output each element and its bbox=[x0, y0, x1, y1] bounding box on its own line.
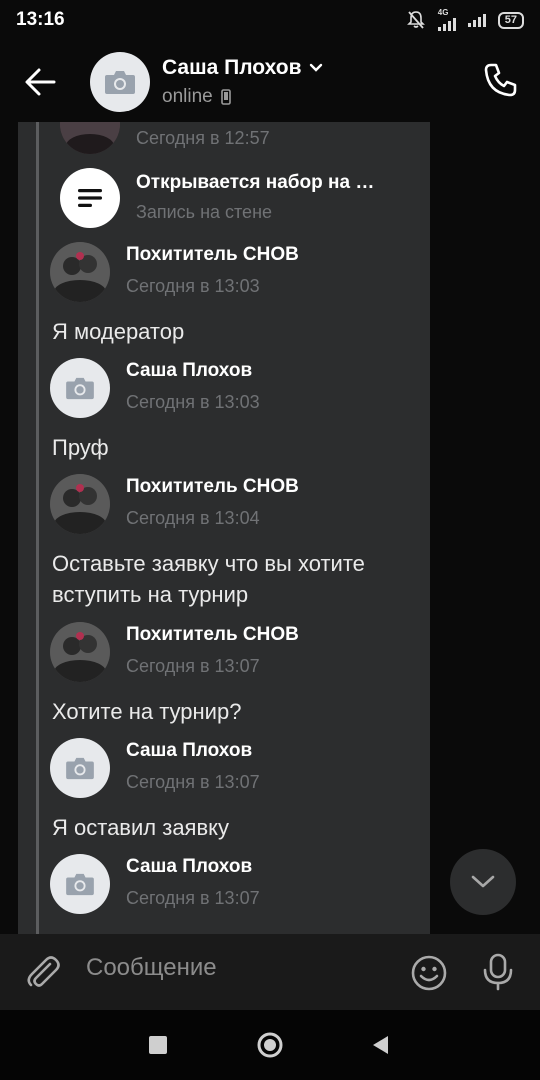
partial-list-item: Сегодня в 12:57 bbox=[60, 122, 420, 154]
status-icons: 4G 57 bbox=[406, 9, 524, 31]
mobile-device-icon bbox=[220, 89, 231, 105]
bell-off-icon bbox=[406, 11, 425, 29]
wall-post-title: Открывается набор на … bbox=[136, 172, 375, 193]
avatar[interactable] bbox=[50, 854, 110, 914]
call-button[interactable] bbox=[480, 60, 522, 102]
scroll-down-button[interactable] bbox=[450, 849, 516, 915]
system-back-button[interactable] bbox=[370, 1034, 390, 1056]
user-photo bbox=[60, 122, 120, 154]
chat-title[interactable]: Саша Плохов bbox=[162, 56, 323, 80]
wall-post-icon-circle bbox=[60, 168, 120, 228]
partial-avatar bbox=[60, 122, 120, 154]
chevron-down-icon bbox=[310, 63, 323, 72]
message-text: Пруф bbox=[52, 435, 109, 460]
avatar[interactable] bbox=[50, 242, 110, 302]
smile-icon bbox=[411, 955, 447, 991]
system-navigation-bar bbox=[0, 1010, 540, 1080]
message-header: Похититель СНОВ Сегодня в 13:07 bbox=[50, 622, 410, 682]
arrow-left-icon bbox=[25, 68, 56, 96]
camera-icon bbox=[66, 377, 94, 400]
forward-quote-line bbox=[36, 122, 39, 934]
wall-post-attachment[interactable]: Открывается набор на … Запись на стене bbox=[60, 168, 410, 228]
microphone-icon bbox=[483, 953, 513, 991]
message-input[interactable]: Сообщение bbox=[86, 954, 217, 982]
message-header: Саша Плохов Сегодня в 13:03 bbox=[50, 358, 410, 418]
online-status: online bbox=[162, 86, 213, 107]
network-indicator: 4G bbox=[437, 8, 456, 31]
avatar[interactable] bbox=[50, 358, 110, 418]
message-text: Хотите на турнир? bbox=[52, 699, 242, 724]
user-photo bbox=[50, 622, 110, 682]
sender-name[interactable]: Саша Плохов bbox=[126, 856, 252, 878]
home-circle-icon bbox=[257, 1032, 283, 1058]
message-header: Похититель СНОВ Сегодня в 13:04 bbox=[50, 474, 410, 534]
sender-name[interactable]: Похититель СНОВ bbox=[126, 476, 299, 498]
chat-area[interactable]: Сегодня в 12:57 Открывается набор на … З… bbox=[0, 122, 540, 934]
status-bar: 13:16 4G 57 bbox=[0, 0, 540, 40]
message-header: Саша Плохов Сегодня в 13:07 bbox=[50, 854, 410, 914]
camera-icon bbox=[66, 873, 94, 896]
triangle-back-icon bbox=[373, 1036, 388, 1054]
sender-name[interactable]: Похититель СНОВ bbox=[126, 624, 299, 646]
contact-avatar[interactable] bbox=[90, 52, 150, 112]
battery-icon: 57 bbox=[497, 11, 524, 29]
message-time: Сегодня в 13:07 bbox=[126, 656, 260, 676]
sender-name[interactable]: Похититель СНОВ bbox=[126, 244, 299, 266]
voice-message-button[interactable] bbox=[480, 952, 516, 992]
status-time: 13:16 bbox=[16, 9, 65, 30]
chat-header: Саша Плохов online bbox=[0, 40, 540, 122]
partial-item-time: Сегодня в 12:57 bbox=[136, 128, 270, 148]
paperclip-icon bbox=[27, 956, 60, 987]
recent-apps-button[interactable] bbox=[149, 1036, 167, 1054]
sender-name[interactable]: Саша Плохов bbox=[126, 360, 252, 382]
camera-icon bbox=[105, 71, 135, 94]
chat-status: online bbox=[162, 86, 231, 108]
sender-name[interactable]: Саша Плохов bbox=[126, 740, 252, 762]
user-photo bbox=[50, 242, 110, 302]
message-text: Я модератор bbox=[52, 319, 185, 344]
message-composer: Сообщение bbox=[0, 934, 540, 1010]
chevron-down-icon bbox=[471, 875, 495, 888]
message-header: Саша Плохов Сегодня в 13:07 bbox=[50, 738, 410, 798]
signal-icon-2 bbox=[467, 13, 486, 27]
message-time: Сегодня в 13:03 bbox=[126, 392, 260, 412]
chat-name: Саша Плохов bbox=[162, 56, 302, 79]
camera-icon bbox=[66, 757, 94, 780]
wall-post-icon bbox=[78, 189, 102, 207]
attach-button[interactable] bbox=[22, 952, 62, 992]
back-button[interactable] bbox=[20, 62, 60, 102]
message-text: Оставьте заявку что вы хотите вступить н… bbox=[52, 551, 365, 607]
signal-icon bbox=[437, 17, 456, 31]
message-time: Сегодня в 13:07 bbox=[126, 888, 260, 908]
message-time: Сегодня в 13:03 bbox=[126, 276, 260, 296]
message-text: Я оставил заявку bbox=[52, 815, 230, 840]
message-header: Похититель СНОВ Сегодня в 13:03 bbox=[50, 242, 410, 302]
phone-icon bbox=[484, 63, 517, 97]
avatar[interactable] bbox=[50, 474, 110, 534]
wall-post-subtitle: Запись на стене bbox=[136, 202, 273, 222]
home-button[interactable] bbox=[256, 1031, 284, 1059]
message-time: Сегодня в 13:04 bbox=[126, 508, 260, 528]
network-type: 4G bbox=[437, 8, 449, 17]
avatar[interactable] bbox=[50, 738, 110, 798]
emoji-button[interactable] bbox=[410, 954, 448, 992]
message-time: Сегодня в 13:07 bbox=[126, 772, 260, 792]
avatar[interactable] bbox=[50, 622, 110, 682]
user-photo bbox=[50, 474, 110, 534]
